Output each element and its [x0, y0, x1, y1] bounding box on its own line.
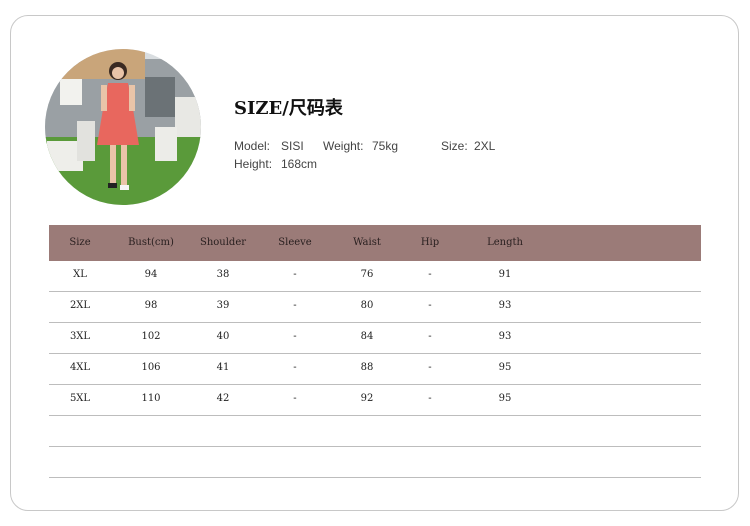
cell-sleeve: - — [293, 393, 297, 404]
cell-hip: - — [428, 269, 432, 280]
cell-waist: 84 — [360, 331, 374, 342]
cell-size: 5XL — [69, 393, 91, 404]
weight-value: 75kg — [372, 139, 399, 153]
cell-shoulder: 41 — [216, 362, 230, 373]
table-row: 2XL 98 39 - 80 - 93 — [49, 292, 701, 323]
table-row — [49, 416, 701, 447]
cell-shoulder: 42 — [216, 393, 230, 404]
cell-size: 2XL — [69, 300, 91, 311]
header-sleeve: Sleeve — [278, 237, 312, 248]
table-header: Size Bust(cm) Shoulder Sleeve Waist Hip … — [49, 225, 701, 261]
cell-waist: 92 — [360, 393, 374, 404]
cell-bust: 106 — [141, 362, 161, 373]
cell-length: 93 — [498, 300, 512, 311]
table-row: 4XL 106 41 - 88 - 95 — [49, 354, 701, 385]
cell-shoulder: 38 — [216, 269, 230, 280]
cell-shoulder: 39 — [216, 300, 230, 311]
cell-length: 95 — [498, 362, 512, 373]
cell-sleeve: - — [293, 362, 297, 373]
cell-hip: - — [428, 331, 432, 342]
header-length: Length — [487, 237, 523, 248]
cell-length: 95 — [498, 393, 512, 404]
height-label: Height: — [234, 157, 273, 171]
model-value: SISI — [281, 139, 304, 153]
header-size: Size — [69, 237, 91, 248]
header-shoulder: Shoulder — [199, 237, 247, 248]
model-label: Model: — [234, 139, 271, 153]
cell-bust: 102 — [141, 331, 161, 342]
size-label: Size: — [441, 139, 468, 153]
model-photo — [45, 49, 201, 205]
header-hip: Hip — [420, 237, 440, 248]
cell-hip: - — [428, 300, 432, 311]
cell-sleeve: - — [293, 300, 297, 311]
table-row: XL 94 38 - 76 - 91 — [49, 261, 701, 292]
cell-bust: 94 — [144, 269, 158, 280]
size-table: Size Bust(cm) Shoulder Sleeve Waist Hip … — [49, 225, 701, 478]
cell-waist: 80 — [360, 300, 374, 311]
cell-size: 4XL — [69, 362, 91, 373]
cell-bust: 98 — [144, 300, 158, 311]
table-row: 3XL 102 40 - 84 - 93 — [49, 323, 701, 354]
cell-length: 93 — [498, 331, 512, 342]
cell-length: 91 — [498, 269, 512, 280]
cell-waist: 88 — [360, 362, 374, 373]
cell-shoulder: 40 — [216, 331, 230, 342]
weight-label: Weight: — [323, 139, 364, 153]
cell-waist: 76 — [360, 269, 374, 280]
table-row: 5XL 110 42 - 92 - 95 — [49, 385, 701, 416]
cell-size: 3XL — [69, 331, 91, 342]
cell-hip: - — [428, 362, 432, 373]
cell-hip: - — [428, 393, 432, 404]
cell-sleeve: - — [293, 331, 297, 342]
size-value: 2XL — [474, 139, 496, 153]
header-waist: Waist — [353, 237, 381, 248]
cell-size: XL — [73, 269, 87, 280]
height-value: 168cm — [281, 157, 318, 171]
header-bust: Bust(cm) — [128, 237, 174, 248]
cell-bust: 110 — [141, 393, 161, 404]
table-row — [49, 447, 701, 478]
cell-sleeve: - — [293, 269, 297, 280]
page-title: SIZE/尺码表 — [234, 98, 343, 119]
